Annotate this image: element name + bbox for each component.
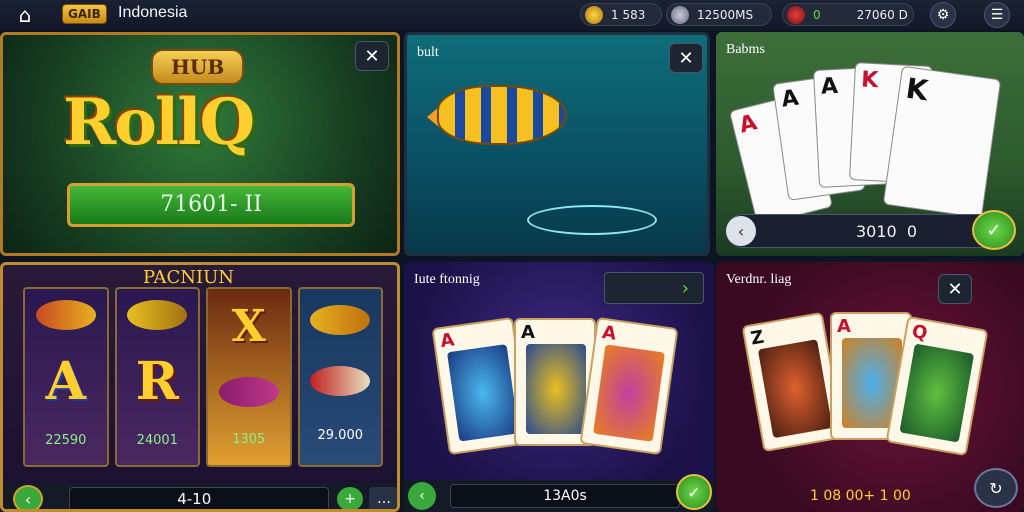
chevron-left-icon[interactable]: ‹ [408,482,436,510]
close-icon[interactable]: ✕ [355,41,389,71]
bet-value: 3010 0 [856,222,918,241]
reel: R 24001 [114,287,200,467]
slot-reels: A 22590 R 24001 X 1305 29.000 [23,287,383,467]
tile-title: Babms [726,42,765,57]
game-tile-cards[interactable]: Babms A A A K K ‹ 3010 0 ✓ [716,32,1024,256]
bottom-bar: ‹ 4-10 + … [3,483,397,509]
coin-icon [585,5,603,24]
reel-symbol: R [135,350,179,412]
chevron-right-icon[interactable]: › [604,272,704,304]
hub-badge: HUB [151,49,245,85]
more-icon[interactable]: … [369,487,397,509]
tile-title: bult [417,45,439,60]
cash-balance[interactable]: 0 27060 D [782,3,914,26]
fish-symbol-icon [35,299,96,330]
region-label: Indonesia [118,4,188,21]
game-logo: RollQ [63,85,255,160]
reel-value: 1305 [232,431,266,447]
game-tile-hub-rollq[interactable]: HUB RollQ 71601- II ✕ [0,32,400,256]
bottom-bar: ‹ 13A0s [404,480,714,512]
game-tile-fantasy-cards[interactable]: Iute ftonnig › A A A ‹ 13A0s ✓ [404,262,714,512]
reel-value: 22590 [45,433,87,449]
bet-value: 1 08 00+ 1 00 [810,488,911,504]
top-bar: ⌂ GAIB Indonesia 1 583 12500MS 0 27060 D… [0,0,1024,30]
reel-value: 29.000 [317,428,364,444]
playing-card: K [882,65,1002,219]
reel-symbol: A [45,350,86,412]
home-icon[interactable]: ⌂ [8,2,42,28]
wheel-symbol-icon [310,366,371,397]
close-icon[interactable]: ✕ [669,43,703,73]
fish-symbol-icon [127,299,188,330]
close-icon[interactable]: ✕ [938,274,972,304]
confirm-button[interactable]: ✓ [676,474,712,510]
fish-symbol-icon [310,304,371,335]
reel: 29.000 [297,287,383,467]
tile-title: Iute ftonnig [414,272,480,287]
reel: X 1305 [206,287,292,467]
refresh-icon[interactable]: ↻ [974,468,1018,508]
brand-logo: GAIB [62,4,107,24]
chevron-left-icon[interactable]: ‹ [726,216,756,246]
menu-icon[interactable]: ☰ [984,2,1010,28]
coin-balance[interactable]: 1 583 [580,3,662,26]
fish-illustration [437,85,567,145]
playing-card: A [579,316,679,456]
game-tile-fishing[interactable]: bult ✕ [404,32,710,256]
confirm-button[interactable]: ✓ [972,210,1016,250]
cash-icon [787,5,805,24]
settings-icon[interactable]: ⚙ [930,2,956,28]
chevron-left-icon[interactable]: ‹ [13,485,43,509]
shoe-symbol-icon [218,376,279,407]
play-bar[interactable]: 71601- II [67,183,355,227]
gem-icon [671,5,689,24]
bet-input[interactable]: 4-10 [69,487,329,509]
game-tile-royal-cards[interactable]: Verdnr. liag ✕ Z A Q 1 08 00+ 1 00 ↻ [716,262,1024,512]
tile-title: PACNIUN [143,267,235,288]
bet-input[interactable]: 13A0s [450,484,680,508]
reel-symbol: X [231,301,266,353]
reel-value: 24001 [136,433,178,449]
plus-icon[interactable]: + [337,487,363,509]
tile-title: Verdnr. liag [726,272,792,287]
game-tile-slots[interactable]: PACNIUN A 22590 R 24001 X 1305 29.000 ‹ … [0,262,400,512]
water-splash [527,205,657,235]
gem-balance[interactable]: 12500MS [666,3,772,26]
reel: A 22590 [23,287,109,467]
